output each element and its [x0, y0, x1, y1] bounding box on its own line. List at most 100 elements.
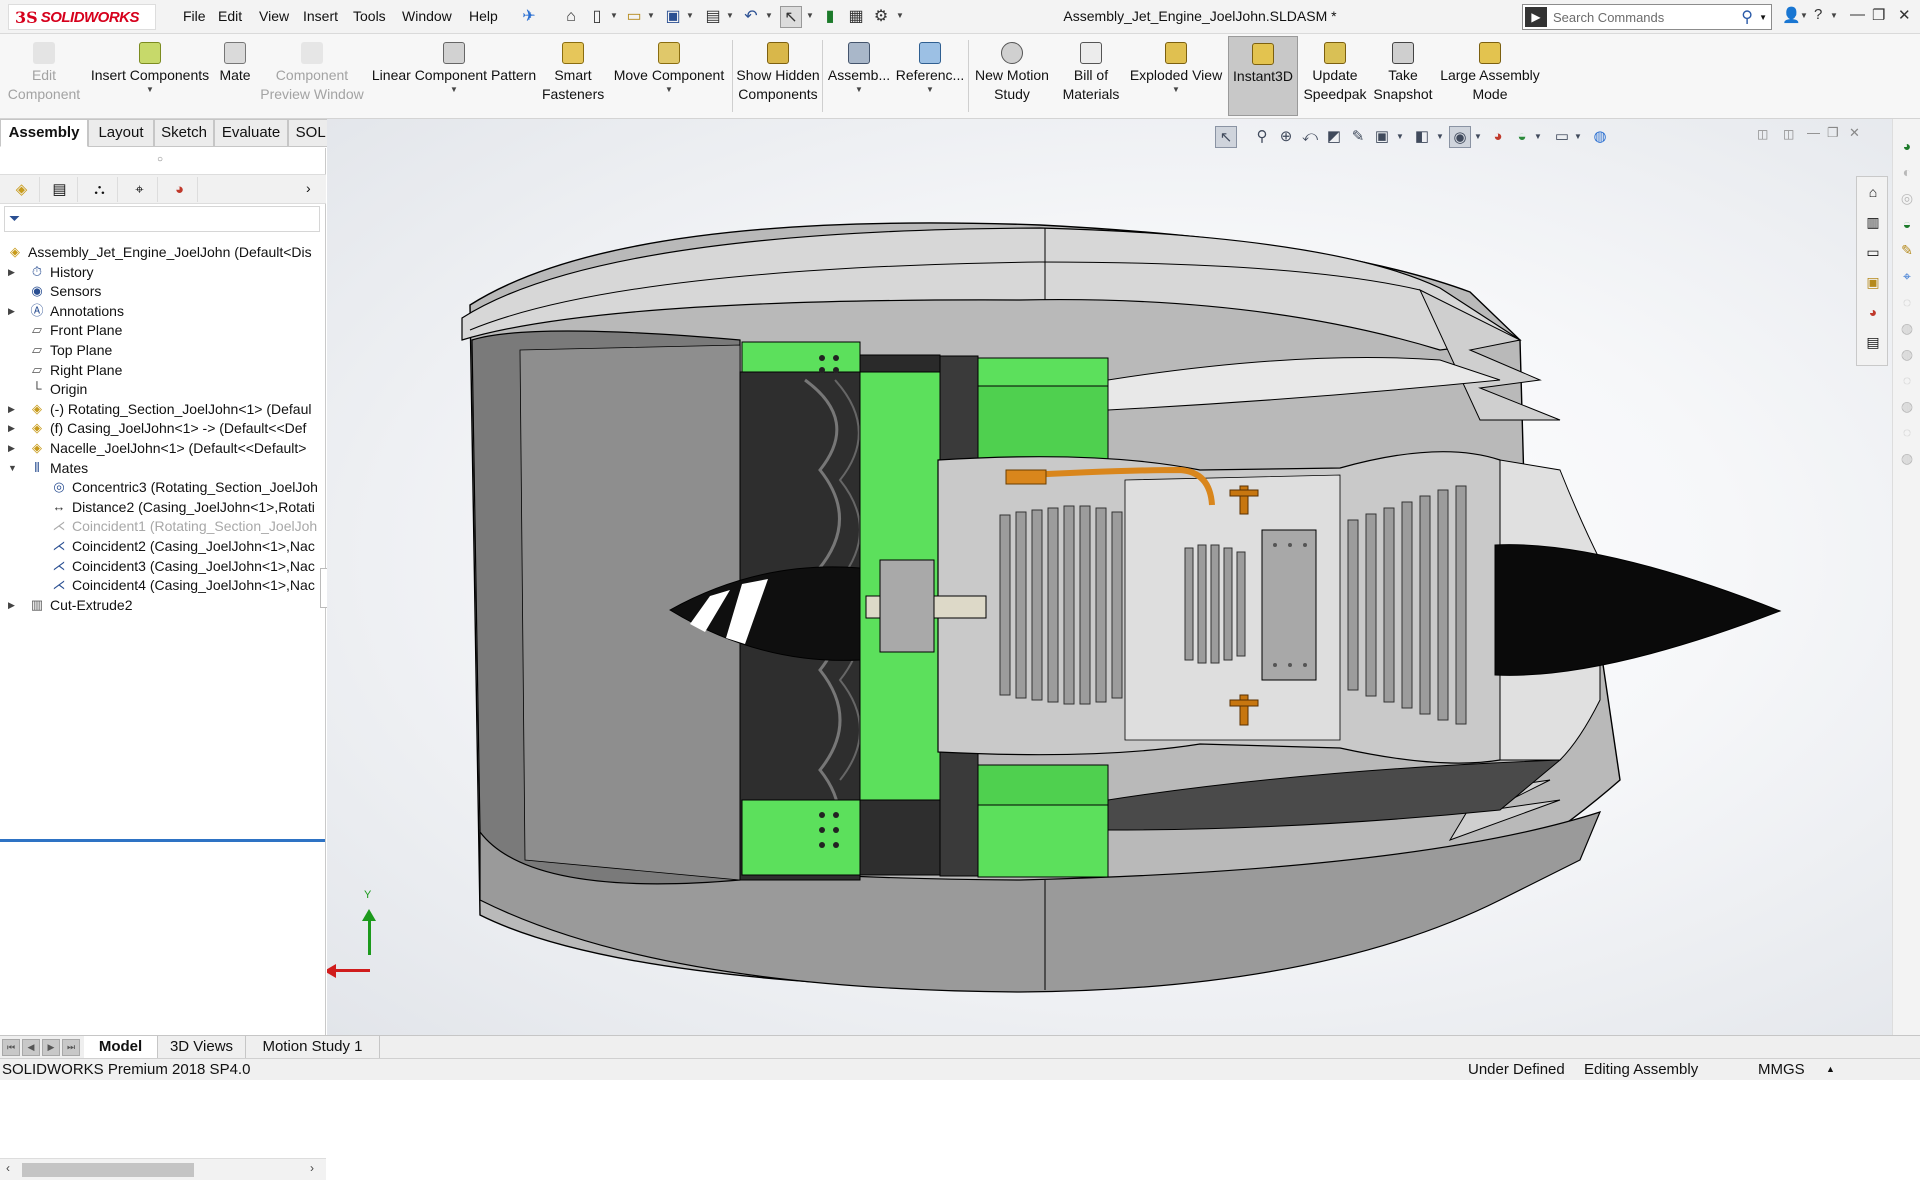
edit-component-button[interactable]: Edit Component: [2, 36, 86, 116]
display-manager-tab-icon[interactable]: ◕: [162, 177, 198, 202]
tab-assembly[interactable]: Assembly: [0, 119, 88, 147]
strip-target-icon[interactable]: ⌖: [1896, 265, 1918, 287]
exploded-view-dropdown-icon[interactable]: ▼: [1128, 85, 1224, 95]
show-hidden-components-button[interactable]: Show Hidden Components: [736, 36, 820, 116]
restore-window-icon[interactable]: ❐: [1872, 6, 1885, 24]
instant3d-button[interactable]: Instant3D: [1228, 36, 1298, 116]
tab-prev-icon[interactable]: ◀: [22, 1039, 40, 1056]
strip-icon-11[interactable]: ◍: [1896, 395, 1918, 417]
save-dropdown-icon[interactable]: ▼: [686, 11, 694, 20]
panel-expand-chevron-icon[interactable]: ›: [306, 180, 311, 196]
tab-motion-study-1[interactable]: Motion Study 1: [246, 1036, 380, 1058]
rollback-bar[interactable]: [0, 839, 325, 842]
user-icon[interactable]: 👤: [1782, 6, 1801, 24]
new-dropdown-icon[interactable]: ▼: [610, 11, 618, 20]
save-icon[interactable]: ▣: [662, 6, 684, 28]
units-dropdown-icon[interactable]: ▲: [1826, 1059, 1835, 1080]
minimize-window-icon[interactable]: —: [1850, 6, 1865, 23]
tab-evaluate[interactable]: Evaluate: [214, 119, 288, 147]
strip-scene-icon[interactable]: ◒: [1896, 213, 1918, 235]
reference-geometry-dropdown-icon[interactable]: ▼: [894, 85, 966, 95]
search-magnifier-icon[interactable]: ⚲: [1741, 7, 1753, 27]
mate-button[interactable]: Mate: [214, 36, 256, 116]
search-dropdown-icon[interactable]: ▼: [1759, 13, 1767, 22]
solidworks-logo[interactable]: 3S SOLIDWORKS: [8, 4, 156, 30]
feature-manager-tab-icon[interactable]: ◈: [4, 177, 40, 202]
insert-components-button[interactable]: Insert Components ▼: [88, 36, 212, 116]
dimxpert-manager-tab-icon[interactable]: ⌖: [122, 177, 158, 202]
expand-chevron-icon[interactable]: ▶: [8, 593, 15, 617]
menu-tools[interactable]: Tools: [353, 8, 386, 24]
linear-component-pattern-button[interactable]: Linear Component Pattern ▼: [368, 36, 540, 116]
view-palette-icon[interactable]: ▣: [1862, 271, 1884, 293]
file-properties-icon[interactable]: ▦: [845, 6, 867, 28]
close-window-icon[interactable]: ✕: [1898, 6, 1911, 24]
strip-icon-13[interactable]: ◍: [1896, 447, 1918, 469]
new-document-icon[interactable]: ▯: [586, 6, 608, 28]
exploded-view-button[interactable]: Exploded View ▼: [1128, 36, 1224, 116]
search-commands-icon[interactable]: ▶: [1525, 7, 1547, 27]
insert-components-dropdown-icon[interactable]: ▼: [88, 85, 212, 95]
strip-icon-3[interactable]: ◎: [1896, 187, 1918, 209]
user-dropdown-icon[interactable]: ▼: [1800, 11, 1808, 20]
design-library-icon[interactable]: ▥: [1862, 211, 1884, 233]
filter-funnel-icon[interactable]: ⏷: [9, 210, 20, 227]
undo-icon[interactable]: ↶: [740, 6, 762, 28]
tree-filter-field[interactable]: ⏷: [4, 206, 320, 232]
file-explorer-icon[interactable]: ▭: [1862, 241, 1884, 263]
strip-icon-8[interactable]: ◍: [1896, 317, 1918, 339]
help-icon[interactable]: ?: [1814, 6, 1822, 23]
linear-pattern-dropdown-icon[interactable]: ▼: [368, 85, 540, 95]
reference-geometry-button[interactable]: Referenc... ▼: [894, 36, 966, 116]
tree-item[interactable]: ▶ ▥ Cut-Extrude2: [0, 593, 326, 617]
options-dropdown-icon[interactable]: ▼: [896, 11, 904, 20]
menu-insert[interactable]: Insert: [303, 8, 338, 24]
tab-model[interactable]: Model: [84, 1036, 158, 1058]
property-manager-tab-icon[interactable]: ▤: [42, 177, 78, 202]
update-speedpak-button[interactable]: Update Speedpak: [1300, 36, 1370, 116]
tab-3d-views[interactable]: 3D Views: [158, 1036, 246, 1058]
configuration-manager-tab-icon[interactable]: ⛬: [82, 177, 118, 202]
smart-fasteners-button[interactable]: Smart Fasteners: [542, 36, 604, 116]
tab-first-icon[interactable]: ⏮: [2, 1039, 20, 1056]
tree-horizontal-scrollbar[interactable]: ‹ ›: [0, 1158, 326, 1180]
solidworks-resources-home-icon[interactable]: ⌂: [1862, 181, 1884, 203]
options-gear-icon[interactable]: ⚙: [870, 6, 892, 28]
strip-icon-2[interactable]: ◐: [1896, 161, 1918, 183]
rebuild-icon[interactable]: ▮: [819, 6, 841, 28]
panel-splitter-handle[interactable]: ○: [157, 154, 163, 165]
move-component-dropdown-icon[interactable]: ▼: [608, 85, 730, 95]
menu-edit[interactable]: Edit: [218, 8, 242, 24]
menu-view[interactable]: View: [259, 8, 289, 24]
units-selector[interactable]: MMGS: [1758, 1059, 1805, 1080]
pin-icon[interactable]: ✈: [518, 6, 540, 28]
scroll-thumb[interactable]: [22, 1163, 194, 1177]
search-commands-box[interactable]: ▶ Search Commands ⚲ ▼: [1522, 4, 1772, 30]
assembly-features-dropdown-icon[interactable]: ▼: [826, 85, 892, 95]
scroll-left-arrow-icon[interactable]: ‹: [6, 1161, 10, 1175]
move-component-button[interactable]: Move Component ▼: [608, 36, 730, 116]
strip-icon-10[interactable]: ◌: [1896, 369, 1918, 391]
open-icon[interactable]: ▭: [623, 6, 645, 28]
scroll-right-arrow-icon[interactable]: ›: [310, 1161, 314, 1175]
tab-layout[interactable]: Layout: [88, 119, 154, 147]
jet-engine-model[interactable]: [327, 119, 1892, 1035]
search-input[interactable]: Search Commands: [1553, 10, 1664, 25]
strip-icon-9[interactable]: ◍: [1896, 343, 1918, 365]
strip-edit-icon[interactable]: ✎: [1896, 239, 1918, 261]
help-dropdown-icon[interactable]: ▼: [1830, 11, 1838, 20]
select-icon[interactable]: ↖: [780, 6, 802, 28]
menu-file[interactable]: File: [183, 8, 206, 24]
strip-icon-12[interactable]: ◌: [1896, 421, 1918, 443]
print-dropdown-icon[interactable]: ▼: [726, 11, 734, 20]
menu-help[interactable]: Help: [469, 8, 498, 24]
assembly-features-button[interactable]: Assemb... ▼: [826, 36, 892, 116]
menu-window[interactable]: Window: [402, 8, 452, 24]
undo-dropdown-icon[interactable]: ▼: [765, 11, 773, 20]
take-snapshot-button[interactable]: Take Snapshot: [1372, 36, 1434, 116]
strip-appearance-icon[interactable]: ◕: [1896, 135, 1918, 157]
home-icon[interactable]: ⌂: [560, 6, 582, 28]
select-dropdown-icon[interactable]: ▼: [806, 11, 814, 20]
appearances-scenes-icon[interactable]: ◕: [1862, 301, 1884, 323]
strip-icon-7[interactable]: ◌: [1896, 291, 1918, 313]
